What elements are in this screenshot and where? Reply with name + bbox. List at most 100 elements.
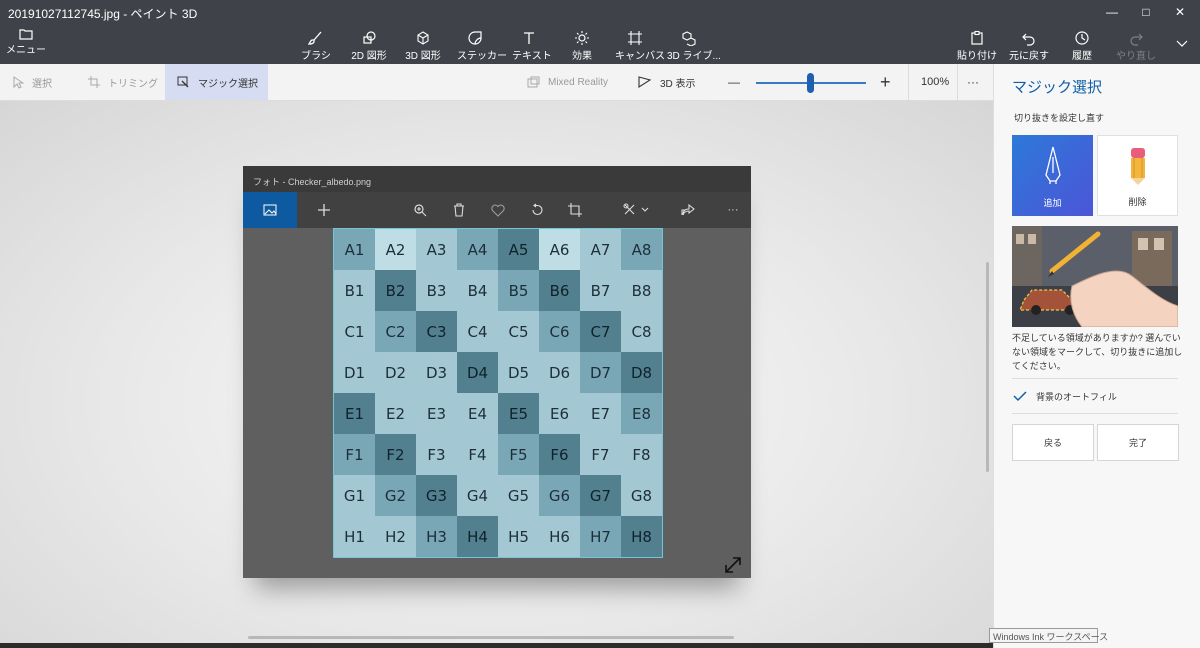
redo-button[interactable]: やり直し (1116, 30, 1156, 62)
close-button[interactable]: ✕ (1164, 2, 1196, 22)
tool-brush[interactable]: ブラシ (300, 30, 332, 62)
tool-text[interactable]: テキスト (512, 30, 552, 62)
board-cell: E1 (334, 393, 375, 434)
paste-icon (971, 30, 983, 45)
tool-label: 2D 図形 (351, 51, 387, 62)
more-options-button[interactable]: ··· (967, 64, 983, 100)
reset-cutout-link[interactable]: 切り抜きを設定し直す (1014, 111, 1104, 124)
add-label: 追加 (1043, 198, 1062, 208)
windows-ink-tooltip: Windows Ink ワークスペース (989, 628, 1108, 643)
board-cell: F5 (498, 434, 539, 475)
zoom-slider-thumb[interactable] (807, 73, 814, 93)
undo-icon (1022, 33, 1035, 46)
tool-label: 3D 図形 (405, 51, 441, 62)
paste-label: 貼り付け (957, 51, 997, 62)
zoom-icon[interactable] (411, 201, 429, 219)
tool-3d-library[interactable]: 3D ライブ... (667, 30, 721, 62)
zoom-out-button[interactable]: — (728, 64, 742, 100)
board-cell: F3 (416, 434, 457, 475)
select-tool[interactable]: 選択 (12, 64, 72, 100)
tool-canvas[interactable]: キャンバス (615, 30, 665, 62)
tool-3d-shapes[interactable]: 3D 図形 (404, 30, 442, 62)
photo-more-button[interactable]: ··· (724, 201, 742, 219)
mixed-reality-icon (527, 76, 540, 88)
history-button[interactable]: 履歴 (1066, 30, 1098, 62)
board-cell: E2 (375, 393, 416, 434)
autofill-checkbox[interactable]: 背景のオートフィル (1012, 388, 1117, 404)
paste-button[interactable]: 貼り付け (957, 30, 997, 62)
board-cell: A3 (416, 229, 457, 270)
board-cell: C1 (334, 311, 375, 352)
ribbon: 20191027112745.jpg - ペイント 3D — □ ✕ メニュー … (0, 0, 1200, 64)
delete-icon[interactable] (450, 201, 468, 219)
crop-icon[interactable] (566, 201, 584, 219)
checker-board[interactable]: A1 A2 A3 A4 A5 A6 A7 A8 B1 B2 B3 B4 B5 B6 B7 B8 C1 C2 C3 C4… (333, 228, 663, 558)
tool-sticker[interactable]: ステッカー (457, 30, 507, 62)
favorite-icon[interactable] (489, 201, 507, 219)
history-label: 履歴 (1072, 51, 1092, 62)
checkmark-icon (1012, 388, 1028, 404)
panel-title: マジック選択 (1012, 79, 1103, 96)
board-cell: A5 (498, 229, 539, 270)
maximize-button[interactable]: □ (1130, 2, 1162, 22)
board-cell: G7 (580, 475, 621, 516)
board-cell: A2 (375, 229, 416, 270)
mixed-reality-label: Mixed Reality (548, 76, 609, 88)
board-cell: B6 (539, 270, 580, 311)
tool-2d-shapes[interactable]: 2D 図形 (351, 30, 387, 62)
board-cell: H3 (416, 516, 457, 557)
board-cell: C7 (580, 311, 621, 352)
brush-icon (308, 31, 322, 45)
board-cell: D8 (621, 352, 662, 393)
board-cell: G8 (621, 475, 662, 516)
magic-select-tool[interactable]: マジック選択 (165, 64, 268, 100)
divider (1012, 378, 1178, 379)
delete-mode-button[interactable]: 削除 (1097, 135, 1178, 216)
board-cell: H2 (375, 516, 416, 557)
undo-button[interactable]: 元に戻す (1008, 30, 1050, 62)
board-cell: B1 (334, 270, 375, 311)
board-cell: H5 (498, 516, 539, 557)
window-title: 20191027112745.jpg - ペイント 3D (8, 7, 198, 21)
done-button[interactable]: 完了 (1097, 424, 1179, 461)
history-icon (1075, 31, 1089, 45)
board-cell: C3 (416, 311, 457, 352)
add-icon[interactable] (315, 201, 333, 219)
zoom-in-button[interactable]: + (880, 64, 894, 100)
menu-button[interactable]: メニュー (6, 28, 46, 60)
board-cell: G5 (498, 475, 539, 516)
tool-label: 効果 (572, 51, 592, 62)
redo-icon (1130, 33, 1143, 46)
board-cell: C5 (498, 311, 539, 352)
share-icon[interactable] (679, 201, 697, 219)
expand-icon[interactable] (722, 554, 744, 576)
view-3d-label: 3D 表示 (660, 78, 696, 90)
vertical-scrollbar[interactable] (986, 262, 989, 472)
board-cell: E7 (580, 393, 621, 434)
mixed-reality-button[interactable]: Mixed Reality (527, 64, 617, 100)
trim-tool[interactable]: トリミング (88, 64, 158, 100)
collapse-ribbon-icon[interactable] (1176, 40, 1188, 48)
trim-label: トリミング (108, 78, 158, 90)
image-button[interactable] (243, 192, 297, 228)
board-cell: A6 (539, 229, 580, 270)
board-cell: F7 (580, 434, 621, 475)
tutorial-illustration (1012, 226, 1178, 327)
edit-create-icon[interactable] (621, 201, 651, 219)
board-cell: A7 (580, 229, 621, 270)
rotate-icon[interactable] (528, 201, 546, 219)
board-cell: A1 (334, 229, 375, 270)
board-cell: E8 (621, 393, 662, 434)
board-cell: B2 (375, 270, 416, 311)
board-cell: D6 (539, 352, 580, 393)
add-mode-button[interactable]: 追加 (1012, 135, 1093, 216)
back-button[interactable]: 戻る (1012, 424, 1094, 461)
board-cell: B3 (416, 270, 457, 311)
tool-effects[interactable]: 効果 (566, 30, 598, 62)
minimize-button[interactable]: — (1096, 2, 1128, 22)
canvas-icon (628, 31, 642, 45)
view-3d-button[interactable]: 3D 表示 (638, 64, 702, 100)
board-cell: F8 (621, 434, 662, 475)
horizontal-scrollbar[interactable] (248, 636, 734, 639)
board-cell: D5 (498, 352, 539, 393)
